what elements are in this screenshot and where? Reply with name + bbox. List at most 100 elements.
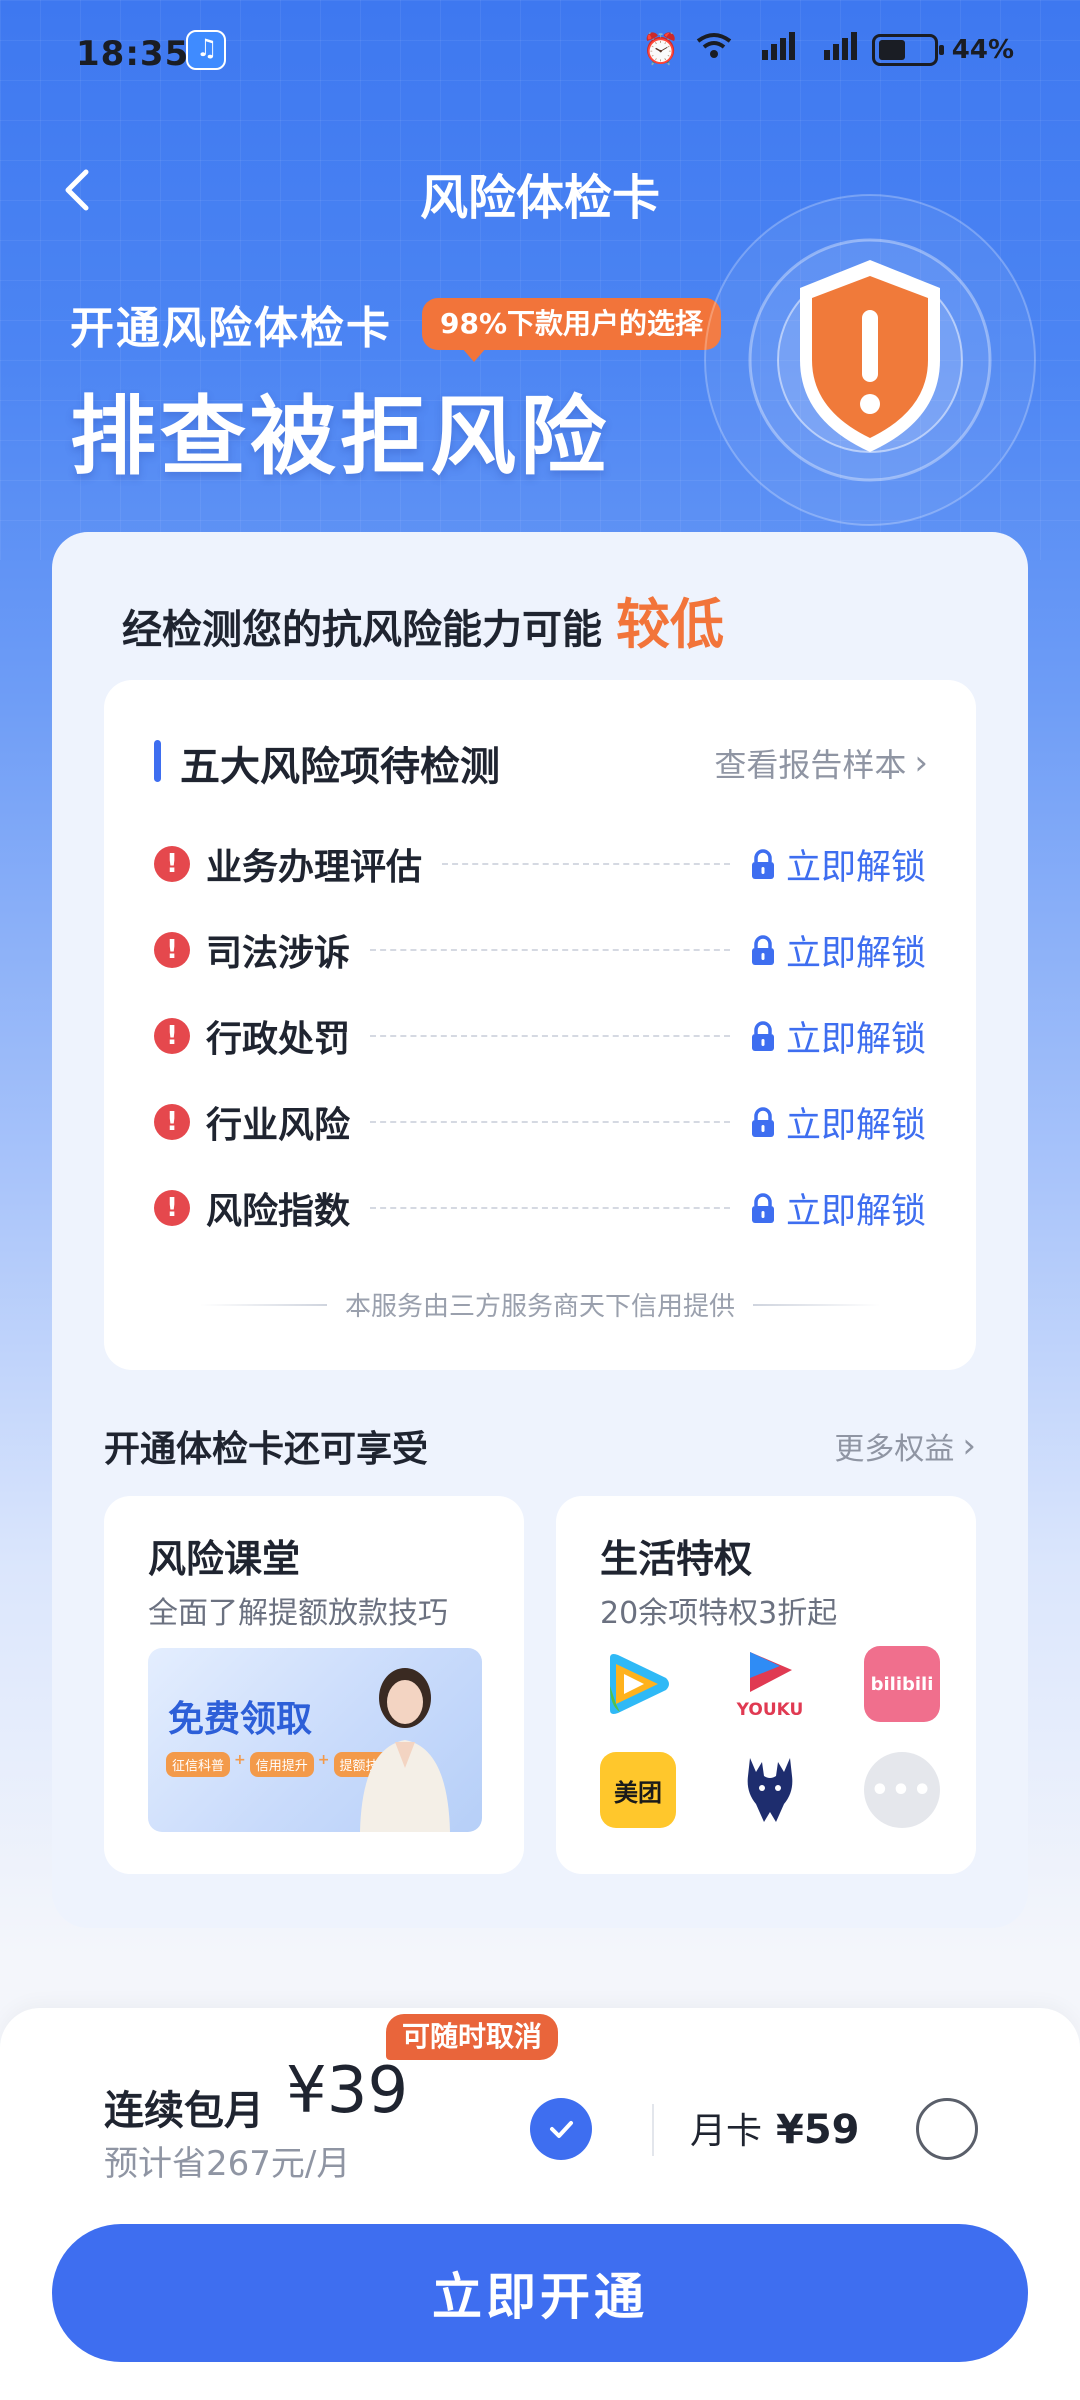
dashed-divider xyxy=(370,1121,730,1123)
privilege-apps-grid: YOUKU bilibili 美团 ••• xyxy=(600,1646,940,1828)
risk-item: ! 风险指数 立即解锁 xyxy=(154,1178,926,1238)
classroom-banner[interactable]: 免费领取 征信科普 + 信用提升 + 提额技巧 xyxy=(148,1648,482,1832)
unlock-button[interactable]: 立即解锁 xyxy=(750,1183,926,1234)
chevron-right-icon: › xyxy=(962,1426,976,1466)
banner-tag: 信用提升 xyxy=(249,1752,314,1777)
hero-subtitle: 开通风险体检卡 xyxy=(70,303,392,354)
risk-item: ! 行业风险 立即解锁 xyxy=(154,1092,926,1152)
dashed-divider xyxy=(370,1207,730,1209)
bilibili-icon[interactable]: bilibili xyxy=(864,1646,940,1722)
sample-link-label: 查看报告样本 xyxy=(714,746,907,784)
lock-icon xyxy=(750,849,776,879)
classroom-title: 风险课堂 xyxy=(148,1537,301,1581)
more-apps-icon[interactable]: ••• xyxy=(864,1752,940,1828)
meituan-icon[interactable]: 美团 xyxy=(600,1752,676,1828)
more-benefits-link[interactable]: 更多权益 › xyxy=(834,1424,976,1468)
shield-alert-icon xyxy=(704,194,1036,526)
plan-monthly-auto-radio[interactable] xyxy=(530,2098,592,2160)
banner-tag: 征信科普 xyxy=(166,1752,231,1777)
risk-item-name: 行政处罚 xyxy=(206,1019,351,1060)
signal-5g-icon xyxy=(748,30,796,69)
dashed-divider xyxy=(370,949,730,951)
plan-monthly-card-radio[interactable] xyxy=(916,2098,978,2160)
risk-item: ! 业务办理评估 立即解锁 xyxy=(154,834,926,894)
warning-icon: ! xyxy=(154,1104,190,1140)
assessment-prefix: 经检测您的抗风险能力可能 xyxy=(122,607,602,653)
battery-icon xyxy=(871,33,944,66)
plan-monthly-auto-price[interactable]: ¥39 xyxy=(286,2054,408,2128)
youku-label: YOUKU xyxy=(736,1700,804,1720)
tencent-video-icon[interactable] xyxy=(600,1646,676,1722)
provider-note: 本服务由三方服务商天下信用提供 xyxy=(200,1286,881,1323)
unlock-label: 立即解锁 xyxy=(785,1191,926,1232)
unlock-button[interactable]: 立即解锁 xyxy=(750,1011,926,1062)
risk-card-title: 五大风险项待检测 xyxy=(180,744,500,790)
banner-title: 免费领取 xyxy=(168,1699,313,1740)
cancel-anytime-badge: 可随时取消 xyxy=(386,2014,559,2060)
unlock-label: 立即解锁 xyxy=(785,1019,926,1060)
unlock-label: 立即解锁 xyxy=(785,847,926,888)
plan-monthly-card-name: 月卡 xyxy=(690,2111,763,2152)
status-bar: 18:35 ⏰ 44% xyxy=(0,0,1080,110)
plan-monthly-auto-name[interactable]: 连续包月 xyxy=(104,2078,264,2136)
risk-level: 较低 xyxy=(616,593,724,656)
plan-monthly-card[interactable]: 月卡 ¥59 xyxy=(690,2102,860,2154)
risk-item: ! 司法涉诉 立即解锁 xyxy=(154,920,926,980)
status-time: 18:35 xyxy=(76,34,190,74)
title-accent-bar xyxy=(154,740,161,782)
check-icon xyxy=(550,2121,573,2138)
unlock-button[interactable]: 立即解锁 xyxy=(750,925,926,976)
plan-monthly-card-price: ¥59 xyxy=(776,2107,860,2153)
activate-now-button[interactable]: 立即开通 xyxy=(52,2224,1028,2362)
plus-icon: + xyxy=(317,1752,330,1768)
warning-icon: ! xyxy=(154,846,190,882)
hero-headline: 排查被拒风险 xyxy=(70,387,610,487)
deer-icon[interactable] xyxy=(732,1752,808,1828)
view-report-sample-link[interactable]: 查看报告样本 › xyxy=(714,740,928,786)
lock-icon xyxy=(750,1193,776,1223)
risk-item-name: 业务办理评估 xyxy=(206,847,423,888)
classroom-desc: 全面了解提额放款技巧 xyxy=(148,1596,448,1631)
music-app-icon xyxy=(186,30,226,70)
divider-line xyxy=(200,1303,327,1306)
risk-item-name: 行业风险 xyxy=(206,1105,351,1146)
alarm-icon: ⏰ xyxy=(642,32,680,67)
privilege-title: 生活特权 xyxy=(600,1537,753,1581)
youku-icon[interactable]: YOUKU xyxy=(732,1646,808,1722)
wifi-icon xyxy=(694,31,734,69)
chevron-right-icon: › xyxy=(914,743,928,783)
warning-icon: ! xyxy=(154,932,190,968)
risk-assessment-headline: 经检测您的抗风险能力可能 较低 xyxy=(122,580,724,659)
risk-item: ! 行政处罚 立即解锁 xyxy=(154,1006,926,1066)
divider-line xyxy=(753,1303,881,1306)
lock-icon xyxy=(750,1021,776,1051)
risk-classroom-card[interactable]: 风险课堂 全面了解提额放款技巧 免费领取 征信科普 + 信用提升 + 提额技巧 xyxy=(104,1496,524,1874)
battery-percent: 44% xyxy=(951,34,1014,65)
hero-badge: 98%下款用户的选择 xyxy=(422,298,722,362)
privilege-desc: 20余项特权3折起 xyxy=(600,1596,838,1631)
warning-icon: ! xyxy=(154,1018,190,1054)
presenter-illustration xyxy=(360,1668,450,1832)
more-benefits-label: 更多权益 xyxy=(834,1432,955,1467)
unlock-button[interactable]: 立即解锁 xyxy=(750,1097,926,1148)
unlock-button[interactable]: 立即解锁 xyxy=(750,839,926,890)
unlock-label: 立即解锁 xyxy=(785,1105,926,1146)
plan-monthly-auto-savings: 预计省267元/月 xyxy=(104,2144,351,2184)
life-privilege-card[interactable]: 生活特权 20余项特权3折起 YOUKU bilibili 美团 ••• xyxy=(556,1496,976,1874)
risk-item-name: 风险指数 xyxy=(206,1191,351,1232)
provider-text: 本服务由三方服务商天下信用提供 xyxy=(345,1292,736,1322)
lock-icon xyxy=(750,935,776,965)
benefits-title: 开通体检卡还可享受 xyxy=(104,1429,429,1470)
warning-icon: ! xyxy=(154,1190,190,1226)
status-icons: ⏰ 44% xyxy=(642,30,1014,69)
dashed-divider xyxy=(442,863,730,865)
meituan-label: 美团 xyxy=(614,1778,662,1807)
lock-icon xyxy=(750,1107,776,1137)
plan-divider xyxy=(652,2104,654,2156)
bilibili-label: bilibili xyxy=(870,1673,934,1695)
risk-item-name: 司法涉诉 xyxy=(206,933,351,974)
dashed-divider xyxy=(370,1035,730,1037)
plus-icon: + xyxy=(234,1752,246,1768)
signal-4g-icon xyxy=(810,30,858,69)
unlock-label: 立即解锁 xyxy=(785,933,926,974)
